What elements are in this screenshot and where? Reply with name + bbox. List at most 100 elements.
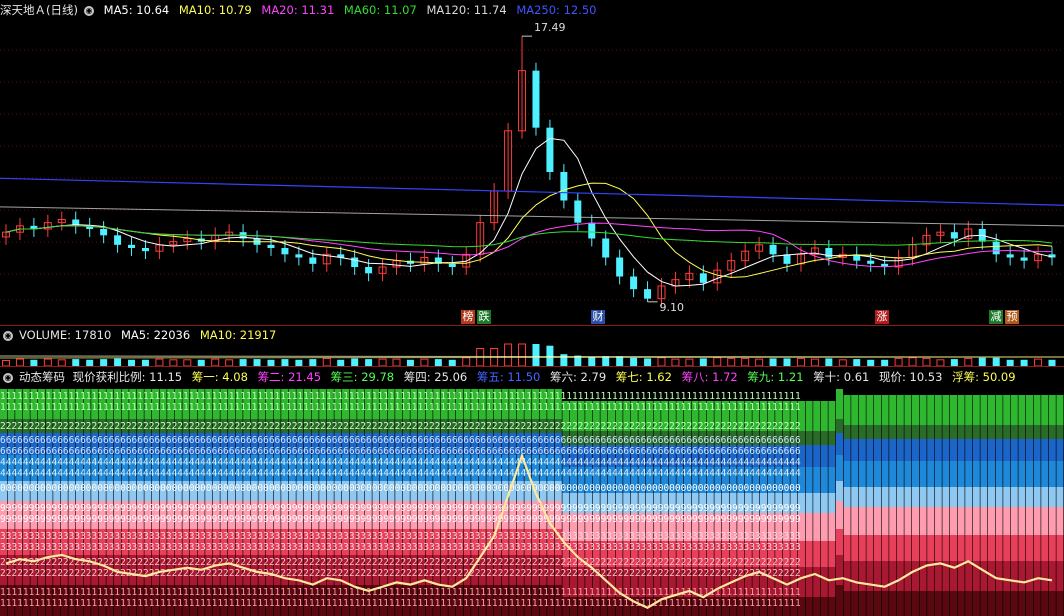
chip-band-cell (881, 439, 889, 461)
chip-band-cell (1003, 395, 1011, 425)
chip-band-cell (874, 535, 881, 561)
chip-band-cell (1041, 591, 1049, 616)
volume-bar-up (462, 357, 471, 366)
chip-band-cell (1048, 507, 1056, 535)
chip-band-cell (836, 481, 843, 501)
chip-digits: 9999999999999999999999999999999999999999… (0, 514, 801, 525)
chip-band-cell (843, 535, 851, 561)
chip-band-cell (988, 507, 995, 535)
chip-band-cell (851, 425, 859, 439)
chip-band-cell (1048, 591, 1056, 616)
chip-band-cell (927, 439, 935, 461)
volume-bar-up (894, 357, 903, 366)
candle-down (588, 222, 596, 239)
chip-band-cell (828, 567, 836, 597)
volume-header: ◉ VOLUME: 17810 MA5: 22036 MA10: 21917 (0, 327, 282, 343)
chip-band-cell (820, 445, 828, 467)
volume-bar-down (281, 359, 289, 366)
chip-band-cell (1010, 395, 1018, 425)
chip-band-cell (934, 425, 942, 439)
chip-band-cell (843, 507, 851, 535)
candle-down (1006, 254, 1014, 258)
chip-band-cell (965, 425, 973, 439)
chip-band-cell (1026, 425, 1033, 439)
price-chart-panel[interactable]: 深天地Ａ(日线) ◉ MA5: 10.64 MA10: 10.79 MA20: 1… (0, 0, 1064, 325)
chip-band-cell (836, 419, 843, 433)
candle-down (950, 232, 958, 239)
chip-band-cell (843, 461, 851, 487)
candle-down (281, 248, 289, 255)
chip-band-cell (828, 431, 836, 445)
indicator-toggle-icon[interactable]: ◉ (83, 5, 94, 16)
chip-band-cell (912, 425, 919, 439)
chip-band-cell (934, 561, 942, 591)
chip-band-cell (1003, 425, 1011, 439)
chip7-label: 筹七: 1.62 (615, 370, 672, 384)
chip-band-cell (912, 591, 919, 616)
volume-bar-up (322, 357, 331, 366)
volume-bar-up (155, 358, 164, 366)
event-marker[interactable]: 榜 (461, 310, 475, 324)
volume-toggle-icon[interactable]: ◉ (3, 330, 13, 341)
chip-band-cell (988, 439, 995, 461)
candle-down (699, 273, 707, 283)
chip-band-cell (919, 425, 927, 439)
chip-band-cell (813, 431, 821, 445)
volume-bar-up (504, 343, 513, 366)
chip-distribution-panel[interactable]: ◉ 动态筹码 现价获利比例: 11.15 筹一: 4.08 筹二: 21.45 筹… (0, 367, 1064, 616)
chip-band-cell (980, 507, 988, 535)
volume-bar-up (755, 358, 764, 366)
event-marker[interactable]: 涨 (875, 310, 889, 324)
chip-band-cell (957, 425, 965, 439)
chip-band-cell (881, 461, 889, 487)
event-marker[interactable]: 减 (989, 310, 1003, 324)
chip-band-cell (972, 487, 980, 507)
chip-band-cell (858, 439, 866, 461)
chip-band-cell (1033, 535, 1041, 561)
candlestick-chart[interactable] (0, 0, 1064, 325)
chip-band-cell (1010, 561, 1018, 591)
chip-band-cell (965, 561, 973, 591)
ma250-line (0, 177, 1064, 206)
chip-band-cell (1010, 507, 1018, 535)
event-marker[interactable]: 跌 (477, 310, 491, 324)
chip-band-cell (1018, 561, 1026, 591)
chip-band-cell (881, 487, 889, 507)
chip-digits: 2222222222222222222222222222222222222222… (0, 421, 801, 432)
chip-band-cell (874, 439, 881, 461)
chip-band-cell (889, 507, 897, 535)
chip8-label: 筹八: 1.72 (681, 370, 738, 384)
volume-bar-up (685, 358, 694, 366)
chip-toggle-icon[interactable]: ◉ (3, 372, 13, 383)
candle-down (267, 244, 275, 248)
chip-band-cell (1010, 425, 1018, 439)
event-marker[interactable]: 财 (591, 310, 605, 324)
candle-down (546, 127, 554, 172)
volume-bar-down (769, 358, 777, 366)
volume-bar-down (365, 359, 373, 366)
chip-digits: 2222222222222222222222222222222222222222… (0, 568, 801, 579)
chip-band-cell (942, 507, 950, 535)
chip-digits: 9999999999999999999999999999999999999999… (0, 503, 801, 514)
chip-band-cell (851, 591, 859, 616)
chip-band-cell (1056, 535, 1064, 561)
chip-band-cell (820, 597, 828, 616)
chip-band-cell (1003, 591, 1011, 616)
chip-band-cell (1018, 487, 1026, 507)
chip-band-cell (1033, 425, 1041, 439)
chip-band-cell (912, 487, 919, 507)
chip-band-cell (904, 507, 912, 535)
chip-band-cell (866, 487, 874, 507)
candle-down (602, 238, 610, 258)
chip-band-cell (919, 591, 927, 616)
chip-band-cell (950, 439, 957, 461)
floating-chips-label: 浮筹: 50.09 (952, 370, 1016, 384)
volume-bar-down (532, 344, 540, 366)
volume-chart-panel[interactable]: ◉ VOLUME: 17810 MA5: 22036 MA10: 21917 (0, 326, 1064, 366)
chip9-label: 筹九: 1.21 (747, 370, 804, 384)
chip-band-cell (919, 507, 927, 535)
chip-band-cell (813, 493, 821, 513)
volume-bar-down (992, 357, 1000, 366)
event-marker[interactable]: 预 (1005, 310, 1019, 324)
chip-band-cell (957, 487, 965, 507)
